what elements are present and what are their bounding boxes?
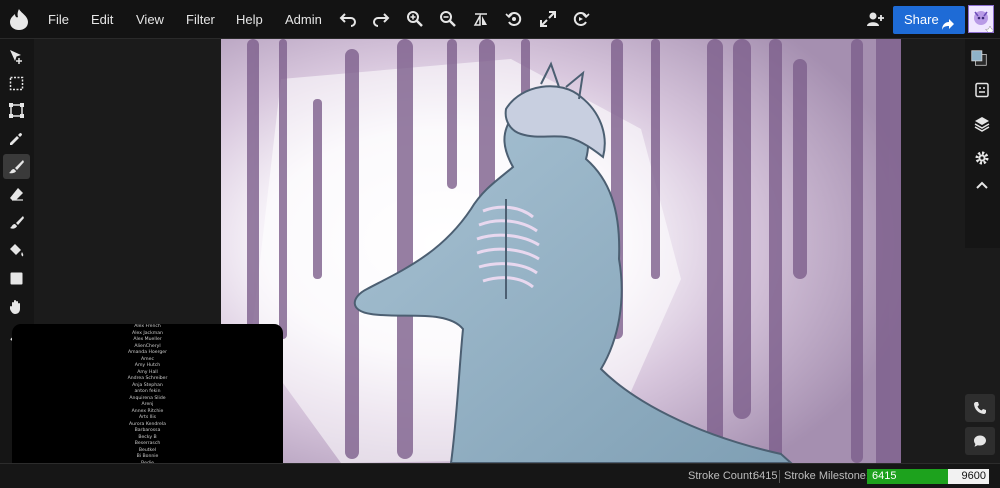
milestone-target-value: 9600: [961, 470, 986, 482]
color-swatch-icon[interactable]: [971, 50, 993, 72]
top-menu-bar: File Edit View Filter Help Admin Share: [0, 0, 1000, 39]
credits-list: Alex French Alex Jackman Alex Mueller Alien…: [12, 324, 283, 474]
eyedropper-tool-button[interactable]: [3, 126, 30, 151]
brush-tool-button[interactable]: [3, 154, 30, 179]
rotate-icon[interactable]: [572, 10, 590, 28]
smudge-tool-button[interactable]: [3, 210, 30, 235]
move-tool-button[interactable]: [3, 44, 30, 69]
stroke-count-value: 6415: [753, 470, 778, 482]
redo-icon[interactable]: [372, 10, 390, 28]
share-button[interactable]: Share: [893, 6, 965, 34]
artwork-image: [221, 39, 901, 463]
phone-button[interactable]: [965, 394, 995, 422]
menu-file[interactable]: File: [48, 0, 69, 38]
zoom-in-icon[interactable]: [406, 10, 424, 28]
add-user-icon[interactable]: [866, 11, 884, 27]
milestone-progress-bar: 6415 9600: [867, 469, 989, 484]
shape-tool-button[interactable]: [3, 266, 30, 291]
phone-icon: [974, 402, 986, 414]
chat-icon: [974, 435, 986, 447]
drawing-canvas[interactable]: [221, 39, 901, 463]
avatar[interactable]: [968, 5, 994, 33]
stroke-count-label: Stroke Count:: [688, 470, 756, 482]
menu-view[interactable]: View: [136, 0, 164, 38]
hand-tool-button[interactable]: [3, 294, 30, 319]
fullscreen-icon[interactable]: [539, 10, 557, 28]
share-label: Share: [904, 12, 939, 27]
app-logo-icon[interactable]: [8, 7, 30, 31]
menu-filter[interactable]: Filter: [186, 0, 215, 38]
menu-help[interactable]: Help: [236, 0, 263, 38]
undo-icon[interactable]: [339, 10, 357, 28]
eraser-tool-button[interactable]: [3, 182, 30, 207]
panel-icon[interactable]: [974, 82, 990, 98]
menu-edit[interactable]: Edit: [91, 0, 113, 38]
right-toolbar: [965, 39, 1000, 248]
rotate-reset-icon[interactable]: [505, 10, 523, 28]
transform-tool-button[interactable]: [3, 98, 30, 123]
chat-button[interactable]: [965, 427, 995, 455]
stroke-milestone-label: Stroke Milestone:: [784, 470, 869, 482]
chevron-up-icon[interactable]: [974, 178, 990, 194]
status-divider: [779, 470, 780, 483]
credits-overlay: Alex French Alex Jackman Alex Mueller Alien…: [12, 324, 283, 475]
select-tool-button[interactable]: [3, 71, 30, 96]
status-bar: Stroke Count: 6415 Stroke Milestone: 641…: [0, 463, 1000, 488]
menu-admin[interactable]: Admin: [285, 0, 322, 38]
zoom-out-icon[interactable]: [439, 10, 457, 28]
fill-tool-button[interactable]: [3, 238, 30, 263]
milestone-current-value: 6415: [872, 470, 897, 482]
flip-icon[interactable]: [472, 10, 490, 28]
share-arrow-icon: [941, 13, 955, 30]
layers-icon[interactable]: [974, 116, 990, 132]
gear-icon[interactable]: [974, 150, 990, 166]
